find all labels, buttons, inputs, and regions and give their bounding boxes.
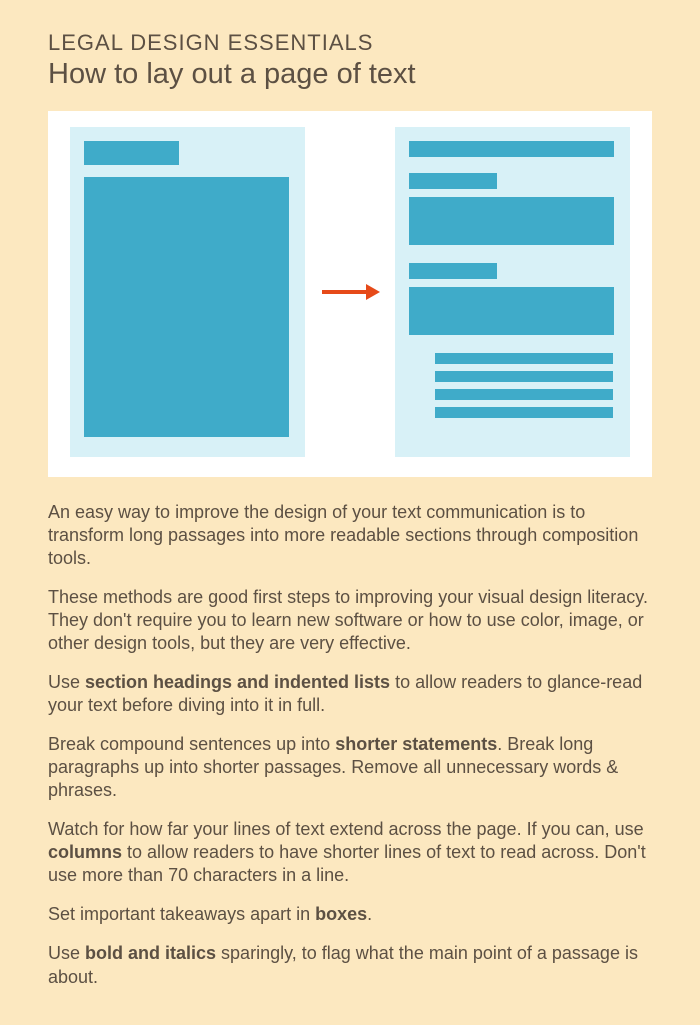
- bold-boxes: boxes: [315, 904, 367, 924]
- paragraph-4: Break compound sentences up into shorter…: [48, 733, 652, 802]
- after-list-line1: [435, 353, 613, 364]
- bold-columns: columns: [48, 842, 122, 862]
- paragraph-3: Use section headings and indented lists …: [48, 671, 652, 717]
- after-para1-block: [409, 197, 614, 245]
- before-body-block: [84, 177, 289, 437]
- after-title-block: [409, 141, 614, 157]
- after-list-line4: [435, 407, 613, 418]
- paragraph-2: These methods are good first steps to im…: [48, 586, 652, 655]
- paragraph-5: Watch for how far your lines of text ext…: [48, 818, 652, 887]
- bold-section-headings: section headings and indented lists: [85, 672, 390, 692]
- page-title: How to lay out a page of text: [48, 58, 652, 91]
- after-para2-block: [409, 287, 614, 335]
- after-list-line3: [435, 389, 613, 400]
- page: LEGAL DESIGN ESSENTIALS How to lay out a…: [0, 0, 700, 1025]
- after-heading2-block: [409, 263, 497, 279]
- bold-shorter-statements: shorter statements: [335, 734, 497, 754]
- after-list-line2: [435, 371, 613, 382]
- illustration-frame: [48, 111, 652, 477]
- bold-bold-italics: bold and italics: [85, 943, 216, 963]
- after-indented-list: [409, 353, 616, 418]
- header: LEGAL DESIGN ESSENTIALS How to lay out a…: [48, 30, 652, 91]
- body-text: An easy way to improve the design of you…: [48, 501, 652, 989]
- doc-after: [395, 127, 630, 457]
- doc-before: [70, 127, 305, 457]
- paragraph-7: Use bold and italics sparingly, to flag …: [48, 942, 652, 988]
- before-heading-block: [84, 141, 179, 165]
- arrow-right-icon: [320, 282, 380, 302]
- after-heading1-block: [409, 173, 497, 189]
- paragraph-1: An easy way to improve the design of you…: [48, 501, 652, 570]
- paragraph-6: Set important takeaways apart in boxes.: [48, 903, 652, 926]
- kicker: LEGAL DESIGN ESSENTIALS: [48, 30, 652, 56]
